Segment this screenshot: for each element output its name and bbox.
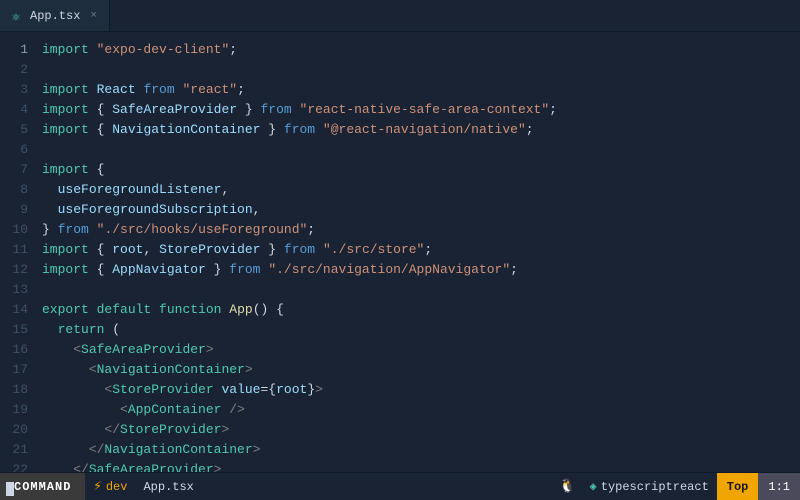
status-bar: COMMAND ⚡ dev App.tsx 🐧 ◈ typescriptreac… bbox=[0, 472, 800, 500]
code-line-6 bbox=[42, 140, 800, 160]
code-line-12: import { AppNavigator } from "./src/navi… bbox=[42, 260, 800, 280]
cursor-position: 1:1 bbox=[758, 473, 800, 500]
git-branch: dev bbox=[106, 480, 128, 494]
line-num-16: 16 bbox=[0, 340, 38, 360]
line-num-15: 15 bbox=[0, 320, 38, 340]
editor: 1 2 3 4 5 6 7 8 9 10 11 12 13 14 15 16 1… bbox=[0, 32, 800, 472]
line-num-1: 1 bbox=[0, 40, 38, 60]
tab-filename: App.tsx bbox=[30, 9, 80, 23]
scroll-position-top: Top bbox=[717, 473, 759, 500]
line-num-9: 9 bbox=[0, 200, 38, 220]
tab-bar: ⚛ App.tsx × bbox=[0, 0, 800, 32]
code-line-1: import "expo-dev-client"; bbox=[42, 40, 800, 60]
line-numbers: 1 2 3 4 5 6 7 8 9 10 11 12 13 14 15 16 1… bbox=[0, 32, 38, 472]
code-area[interactable]: import "expo-dev-client"; import React f… bbox=[38, 32, 800, 472]
code-line-22: </SafeAreaProvider> bbox=[42, 460, 800, 472]
line-num-21: 21 bbox=[0, 440, 38, 460]
line-num-14: 14 bbox=[0, 300, 38, 320]
code-line-17: <NavigationContainer> bbox=[42, 360, 800, 380]
code-line-15: return ( bbox=[42, 320, 800, 340]
code-line-20: </StoreProvider> bbox=[42, 420, 800, 440]
code-line-10: } from "./src/hooks/useForeground"; bbox=[42, 220, 800, 240]
line-num-5: 5 bbox=[0, 120, 38, 140]
code-line-4: import { SafeAreaProvider } from "react-… bbox=[42, 100, 800, 120]
code-line-7: import { bbox=[42, 160, 800, 180]
app-tsx-tab[interactable]: ⚛ App.tsx × bbox=[0, 0, 110, 31]
code-line-18: <StoreProvider value={root}> bbox=[42, 380, 800, 400]
line-num-3: 3 bbox=[0, 80, 38, 100]
line-num-17: 17 bbox=[0, 360, 38, 380]
line-num-11: 11 bbox=[0, 240, 38, 260]
code-line-13 bbox=[42, 280, 800, 300]
code-line-21: </NavigationContainer> bbox=[42, 440, 800, 460]
line-num-22: 22 bbox=[0, 460, 38, 472]
code-line-9: useForegroundSubscription, bbox=[42, 200, 800, 220]
git-icon: ⚡ bbox=[93, 478, 101, 495]
code-line-3: import React from "react"; bbox=[42, 80, 800, 100]
linux-icon: 🐧 bbox=[549, 479, 585, 494]
line-num-19: 19 bbox=[0, 400, 38, 420]
line-num-7: 7 bbox=[0, 160, 38, 180]
react-icon: ⚛ bbox=[12, 10, 24, 22]
line-num-13: 13 bbox=[0, 280, 38, 300]
code-line-8: useForegroundListener, bbox=[42, 180, 800, 200]
line-num-8: 8 bbox=[0, 180, 38, 200]
code-line-2 bbox=[42, 60, 800, 80]
code-line-11: import { root, StoreProvider } from "./s… bbox=[42, 240, 800, 260]
line-num-4: 4 bbox=[0, 100, 38, 120]
code-line-16: <SafeAreaProvider> bbox=[42, 340, 800, 360]
code-line-14: export default function App() { bbox=[42, 300, 800, 320]
line-num-20: 20 bbox=[0, 420, 38, 440]
line-num-18: 18 bbox=[0, 380, 38, 400]
code-line-5: import { NavigationContainer } from "@re… bbox=[42, 120, 800, 140]
line-num-2: 2 bbox=[0, 60, 38, 80]
status-right-section: 🐧 ◈ typescriptreact Top 1:1 bbox=[549, 473, 800, 500]
line-num-10: 10 bbox=[0, 220, 38, 240]
line-num-12: 12 bbox=[0, 260, 38, 280]
tab-close-button[interactable]: × bbox=[90, 10, 97, 22]
terminal-cursor bbox=[6, 482, 14, 496]
code-line-19: <AppContainer /> bbox=[42, 400, 800, 420]
ts-icon: ◈ bbox=[586, 479, 601, 494]
line-num-6: 6 bbox=[0, 140, 38, 160]
status-file-label: App.tsx bbox=[143, 480, 193, 494]
git-info: ⚡ dev bbox=[85, 473, 135, 500]
ts-label: typescriptreact bbox=[601, 480, 717, 494]
status-filename: App.tsx bbox=[135, 473, 201, 500]
